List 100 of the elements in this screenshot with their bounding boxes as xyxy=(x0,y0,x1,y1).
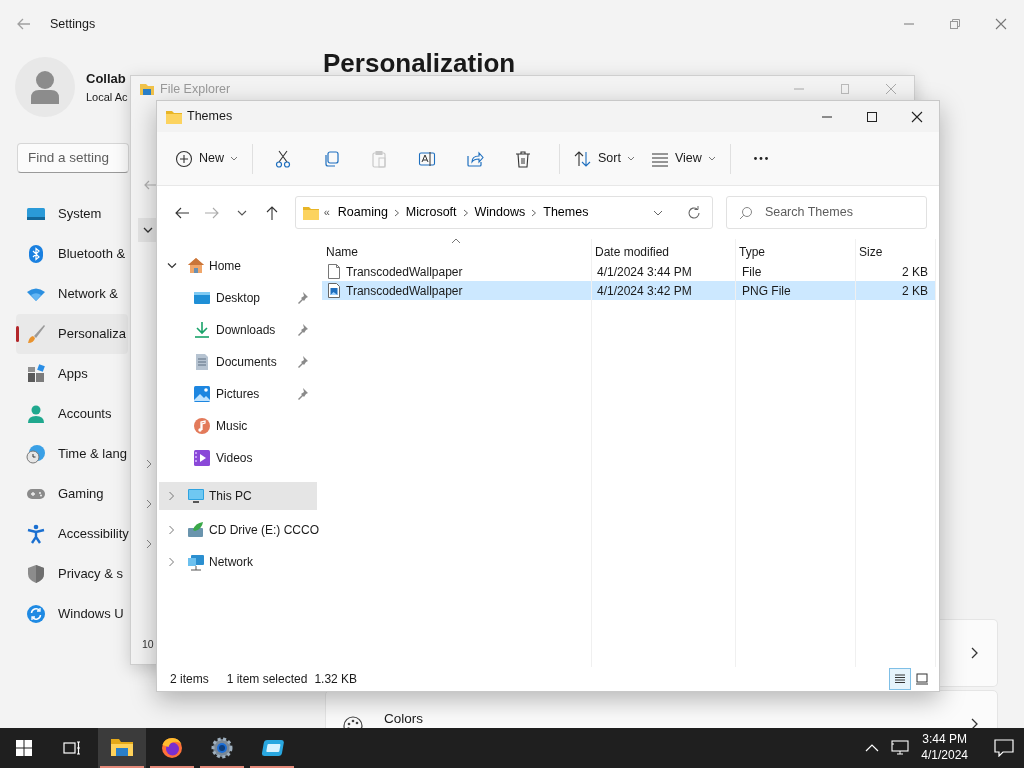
chevron-right-icon[interactable] xyxy=(145,539,153,549)
chevron-right-icon xyxy=(392,207,401,218)
accessibility-icon xyxy=(26,524,46,544)
search-field[interactable]: Find a setting xyxy=(17,143,129,173)
settings-card[interactable] xyxy=(938,619,998,687)
nav-item[interactable]: Time & lang xyxy=(16,434,128,474)
clock-date[interactable]: 4/1/2024 xyxy=(921,748,968,764)
column-header[interactable]: Size xyxy=(855,243,935,261)
shield-icon xyxy=(26,564,46,584)
file-name: TranscodedWallpaper xyxy=(346,263,463,281)
scissors-icon xyxy=(274,149,292,168)
chevron-right-icon[interactable] xyxy=(167,557,177,567)
nav-item[interactable]: Privacy & s xyxy=(16,554,128,594)
nav-item[interactable]: CD Drive (E:) CCCO xyxy=(159,514,317,546)
type-cell-text: File xyxy=(741,263,763,281)
nav-item[interactable]: Network & xyxy=(16,274,128,314)
running-indicator xyxy=(100,766,144,768)
nav-item[interactable]: Documents xyxy=(159,346,317,378)
browser-icon xyxy=(160,736,184,760)
nav-item[interactable]: Accessibility xyxy=(16,514,128,554)
nav-item[interactable]: Music xyxy=(159,410,317,442)
status-text: 2 items xyxy=(170,671,209,688)
nav-item[interactable]: Personaliza xyxy=(16,314,128,354)
breadcrumb-link[interactable]: Roaming xyxy=(337,203,388,222)
nav-item[interactable]: Pictures xyxy=(159,378,317,410)
drive-icon xyxy=(187,521,205,539)
column-header[interactable]: Name xyxy=(322,243,591,261)
breadcrumb-link[interactable]: Themes xyxy=(543,203,589,222)
toolbar-menu-button[interactable]: New xyxy=(167,140,246,177)
desktop-icon xyxy=(193,289,211,307)
refresh-icon[interactable] xyxy=(685,204,702,221)
clipboard-icon xyxy=(370,149,388,168)
clock-time[interactable]: 3:44 PM xyxy=(921,732,968,748)
back-icon[interactable] xyxy=(143,178,157,192)
running-indicator xyxy=(250,766,294,768)
folder-icon xyxy=(302,205,319,220)
address-bar[interactable]: « Roaming Microsoft Windows Themes xyxy=(294,196,713,229)
column-header[interactable]: Type xyxy=(735,243,855,261)
person-icon xyxy=(26,404,46,424)
video-icon xyxy=(193,449,211,467)
close-icon xyxy=(993,16,1009,32)
nav-item[interactable]: Bluetooth & xyxy=(16,234,128,274)
view-button[interactable] xyxy=(889,668,911,690)
monitor-icon xyxy=(187,487,205,505)
window-title: File Explorer xyxy=(160,80,231,98)
file-row[interactable]: TranscodedWallpaper 4/1/2024 3:42 PM PNG File 2 KB xyxy=(322,281,935,300)
date-cell-text: 4/1/2024 3:44 PM xyxy=(596,263,693,281)
sort-icon xyxy=(574,149,592,168)
search-icon xyxy=(738,205,753,220)
window-title: Themes xyxy=(187,108,233,126)
breadcrumb-link[interactable]: Windows xyxy=(474,203,526,222)
person-icon xyxy=(30,70,60,104)
network-icon[interactable] xyxy=(891,740,910,756)
toolbar-menu-button[interactable]: View xyxy=(642,140,724,177)
selection-indicator xyxy=(16,326,19,342)
folder-icon xyxy=(139,81,155,97)
taskbar-app-button[interactable] xyxy=(98,728,146,768)
nav-item[interactable]: Home xyxy=(159,250,317,282)
image-file-icon xyxy=(328,283,340,298)
chevron-down-icon[interactable] xyxy=(167,261,177,271)
overflow-button[interactable]: « xyxy=(323,204,330,221)
nav-item[interactable]: System xyxy=(16,194,128,234)
back-icon[interactable] xyxy=(16,16,32,32)
nav-item[interactable]: Accounts xyxy=(16,394,128,434)
nav-item[interactable]: Apps xyxy=(16,354,128,394)
running-indicator xyxy=(150,766,194,768)
caret-icon xyxy=(626,155,635,162)
nav-item[interactable]: Windows U xyxy=(16,594,128,634)
chevron-right-icon[interactable] xyxy=(167,525,177,535)
caret-icon xyxy=(230,155,238,162)
chevron-right-icon[interactable] xyxy=(167,491,177,501)
rename-icon xyxy=(418,149,436,168)
trash-icon xyxy=(514,149,532,168)
apps-icon xyxy=(26,364,46,384)
chevron-right-icon xyxy=(969,646,979,660)
chevron-up-icon[interactable] xyxy=(865,743,880,753)
chevron-right-icon[interactable] xyxy=(145,459,153,469)
size-cell-text: 2 KB xyxy=(901,282,929,300)
nav-item[interactable]: Network xyxy=(159,546,317,578)
column-header[interactable]: Date modified xyxy=(591,243,735,261)
toolbar-menu-button[interactable]: Sort xyxy=(566,140,643,177)
nav-item[interactable]: This PC xyxy=(159,482,317,510)
chevron-down-icon xyxy=(142,225,153,235)
status-text: 1.32 KB xyxy=(314,671,358,688)
settings-card[interactable]: Colors xyxy=(325,690,998,728)
page-heading: Personalization xyxy=(323,50,517,76)
date-cell-text: 4/1/2024 3:42 PM xyxy=(596,282,693,300)
search-field[interactable]: Search Themes xyxy=(725,196,927,229)
windows-icon xyxy=(16,740,32,756)
brush-icon xyxy=(26,324,46,344)
minimize-icon xyxy=(794,88,804,90)
nav-item[interactable]: Desktop xyxy=(159,282,317,314)
chevron-right-icon[interactable] xyxy=(145,499,153,509)
download-icon xyxy=(193,321,211,339)
breadcrumb-link[interactable]: Microsoft xyxy=(405,203,457,222)
nav-item[interactable]: Videos xyxy=(159,442,317,474)
nav-item[interactable]: Downloads xyxy=(159,314,317,346)
file-row[interactable]: TranscodedWallpaper 4/1/2024 3:44 PM File 2 KB xyxy=(322,262,935,281)
nav-item[interactable]: Gaming xyxy=(16,474,128,514)
plus-icon xyxy=(175,149,193,168)
